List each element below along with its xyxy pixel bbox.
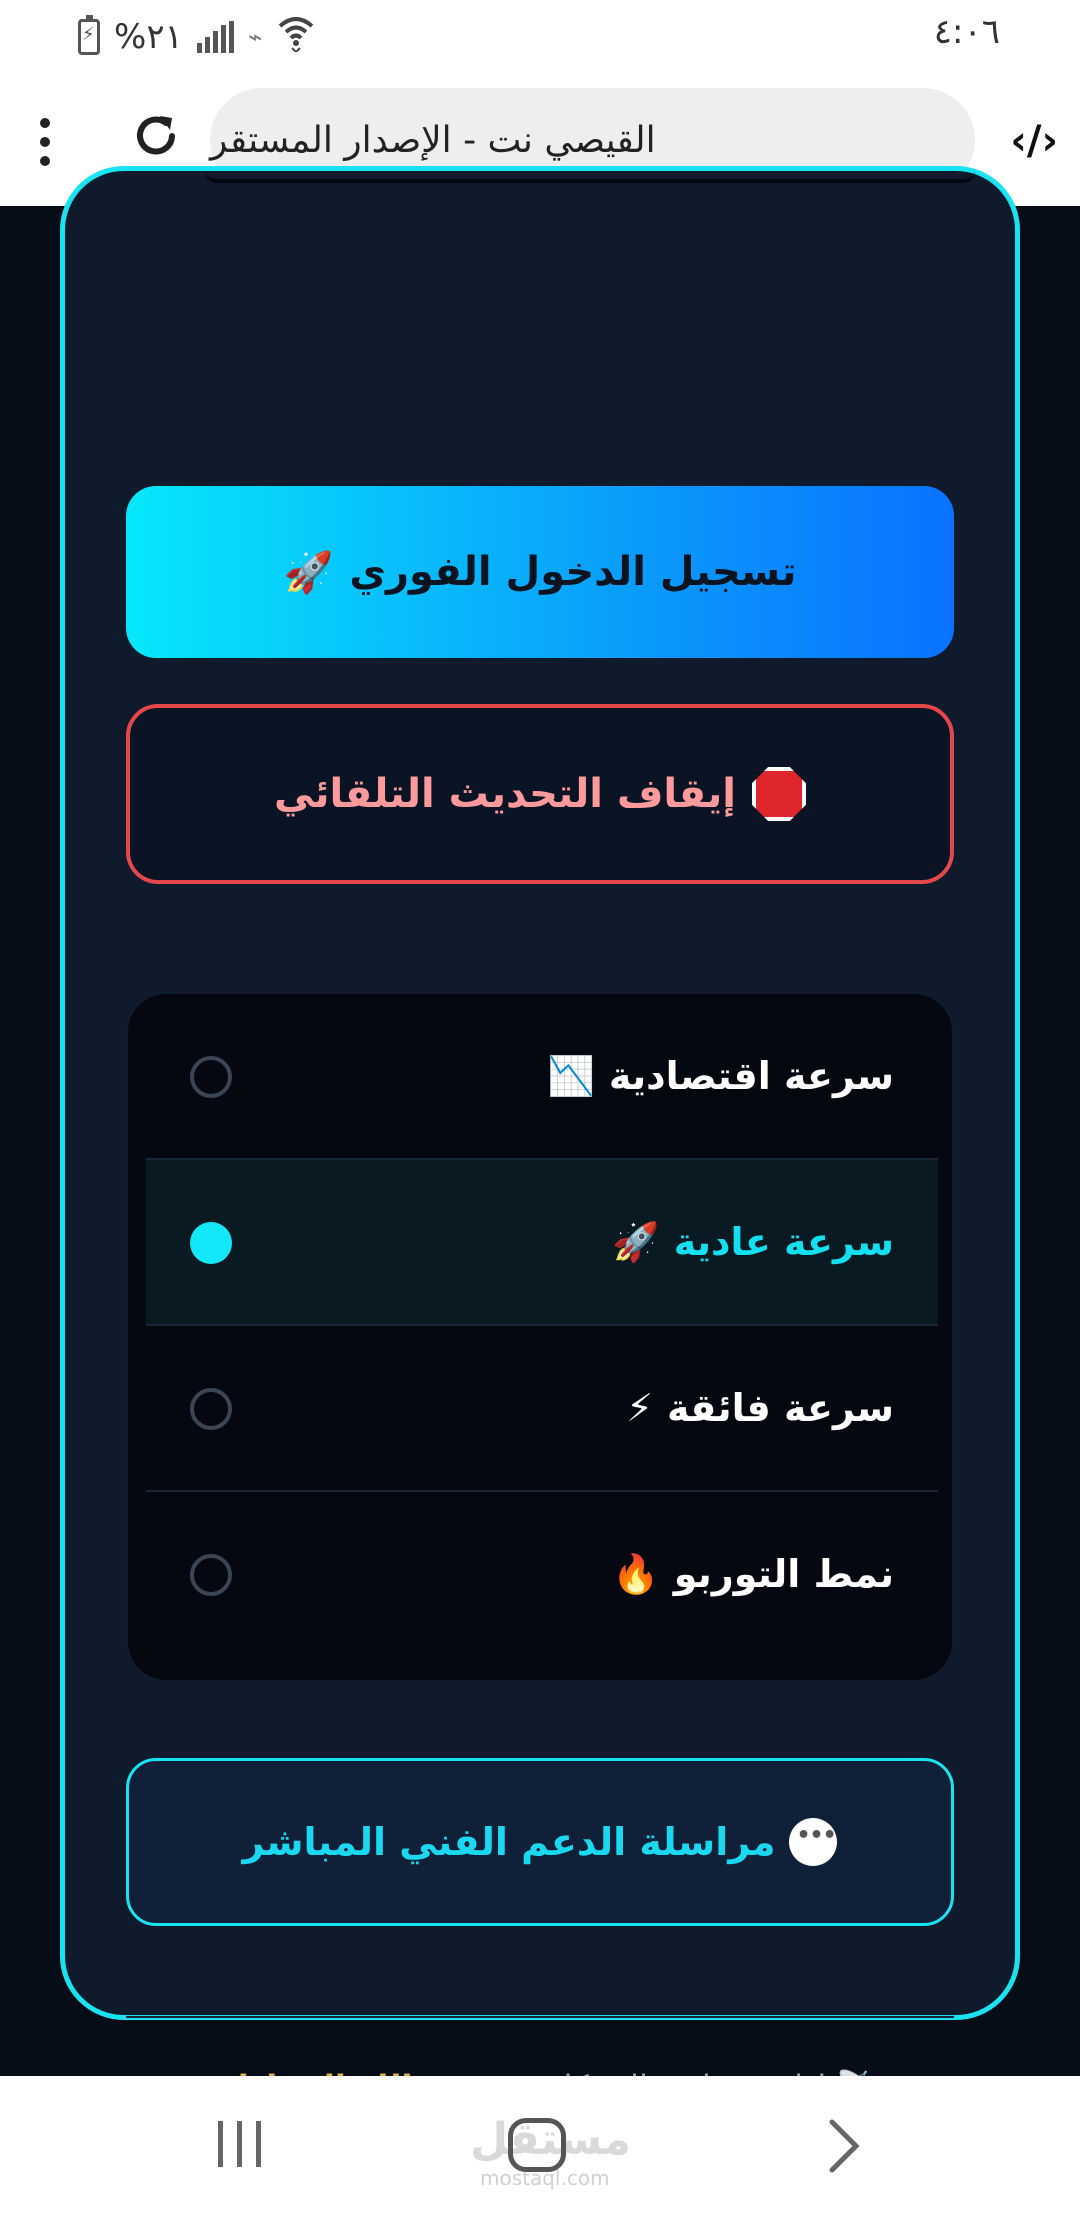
speech-bubble-icon — [789, 1818, 838, 1866]
footer-divider — [126, 2016, 954, 2018]
status-time: ٤:٠٦ — [933, 12, 1000, 52]
chart-down-icon: 📉 — [547, 1053, 595, 1098]
battery-percent: %٢١ — [114, 16, 183, 57]
wifi-icon — [276, 12, 316, 61]
fire-icon: 🔥 — [612, 1551, 660, 1596]
stop-button-label: إيقاف التحديث التلقائي — [274, 771, 736, 817]
card-inner-edge — [205, 171, 975, 183]
login-button-label: تسجيل الدخول الفوري — [349, 549, 797, 595]
rocket-icon: 🚀 — [612, 1219, 660, 1264]
radio-button[interactable] — [190, 1056, 232, 1098]
contact-support-button[interactable]: مراسلة الدعم الفني المباشر — [126, 1758, 954, 1926]
recent-apps-icon[interactable] — [218, 2121, 261, 2167]
page-title: القيصي نت - الإصدار المستقر — [210, 119, 656, 161]
web-content: تسجيل الدخول الفوري 🚀 إيقاف التحديث التل… — [0, 166, 1080, 2106]
no-sim-icon: ⌁ — [247, 22, 263, 51]
speed-option-label: سرعة فائقة — [666, 1386, 894, 1430]
speed-option-economy[interactable]: سرعة اقتصادية 📉 — [146, 994, 938, 1158]
radio-button[interactable] — [190, 1554, 232, 1596]
signal-icon — [196, 20, 234, 53]
status-icons: %٢١ ⌁ — [78, 12, 316, 61]
home-icon[interactable] — [508, 2118, 566, 2172]
speed-option-label: سرعة عادية — [673, 1220, 894, 1264]
stop-auto-refresh-button[interactable]: إيقاف التحديث التلقائي — [126, 704, 954, 884]
speed-options-list: سرعة اقتصادية 📉 سرعة عادية 🚀 سرعة فائقة … — [126, 992, 954, 1682]
battery-charging-icon — [78, 14, 100, 55]
code-brackets-icon[interactable]: ‹/› — [1010, 118, 1058, 164]
reload-icon[interactable] — [130, 110, 182, 162]
stop-sign-icon — [751, 767, 806, 821]
back-chevron-icon[interactable] — [822, 2116, 866, 2176]
phone-screen: %٢١ ⌁ ٤:٠٦ القيصي نت - الإصدار المستقر ‹… — [0, 0, 1080, 2220]
rocket-icon: 🚀 — [283, 549, 334, 596]
radio-button-selected[interactable] — [190, 1222, 232, 1264]
support-button-label: مراسلة الدعم الفني المباشر — [242, 1820, 776, 1864]
speed-option-normal[interactable]: سرعة عادية 🚀 — [146, 1160, 938, 1324]
more-options-icon[interactable] — [40, 118, 50, 166]
instant-login-button[interactable]: تسجيل الدخول الفوري 🚀 — [126, 486, 954, 658]
radio-button[interactable] — [190, 1388, 232, 1430]
lightning-icon: ⚡ — [626, 1386, 653, 1430]
system-navigation-bar: مستقل mostaql.com — [0, 2076, 1080, 2220]
speed-option-turbo[interactable]: نمط التوربو 🔥 — [146, 1492, 938, 1656]
speed-option-label: نمط التوربو — [673, 1552, 894, 1596]
speed-option-label: سرعة اقتصادية — [608, 1054, 894, 1098]
status-bar: %٢١ ⌁ ٤:٠٦ — [0, 0, 1080, 70]
speed-option-super[interactable]: سرعة فائقة ⚡ — [146, 1326, 938, 1490]
